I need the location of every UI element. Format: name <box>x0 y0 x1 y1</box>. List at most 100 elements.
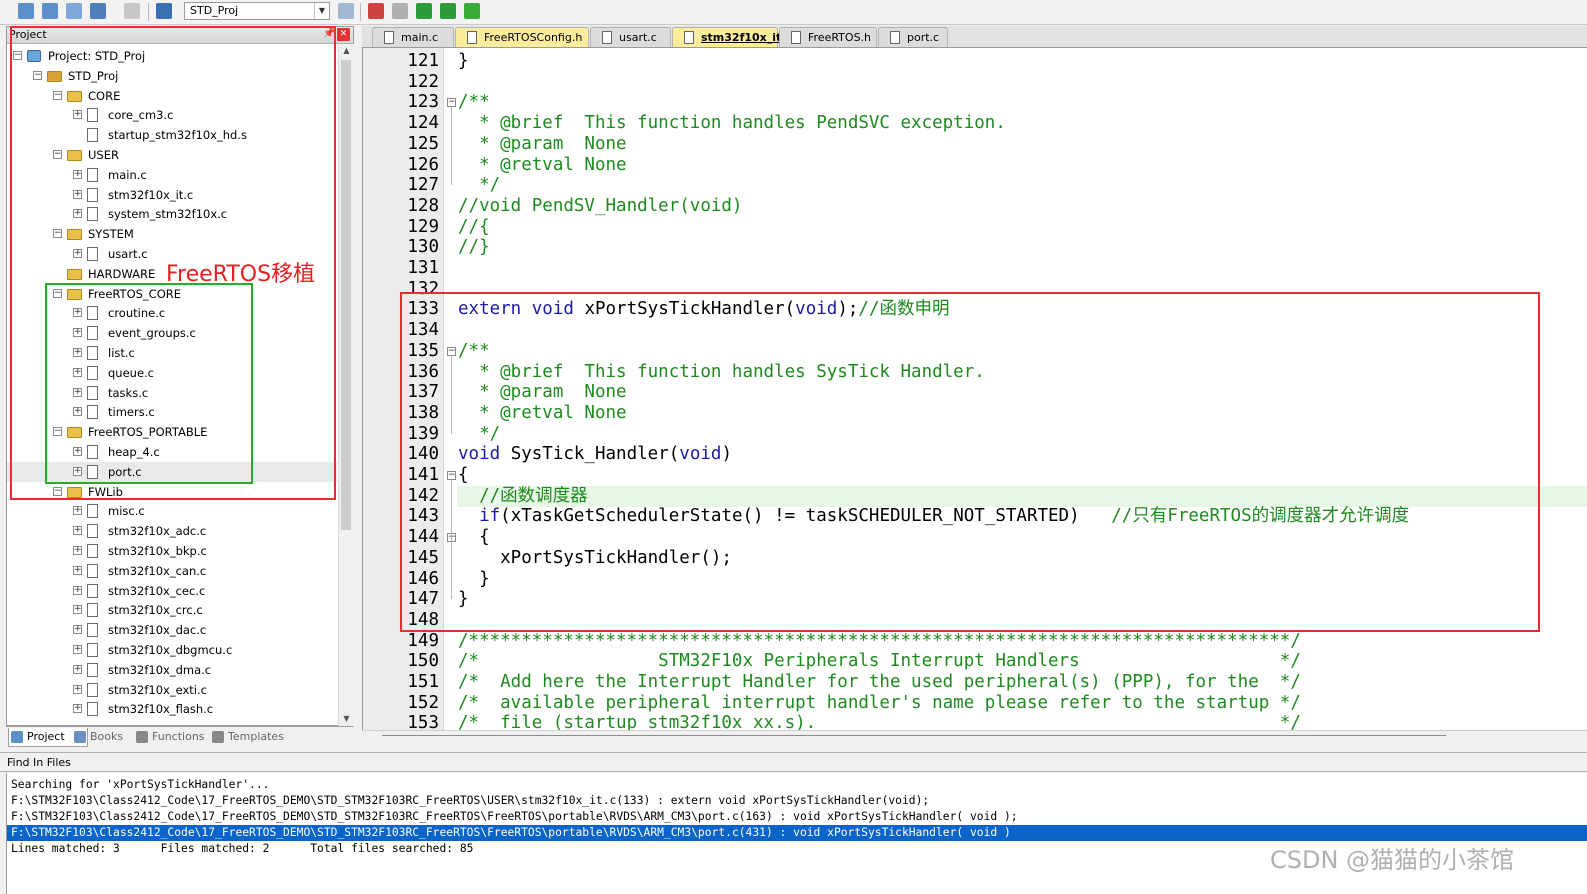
code-line[interactable]: */ <box>458 175 500 196</box>
line-number: 125 <box>407 133 439 154</box>
find-result-line[interactable]: Searching for 'xPortSysTickHandler'... <box>7 777 1587 793</box>
annotation-green-box-freertos <box>45 283 253 484</box>
build-icon[interactable] <box>42 3 58 19</box>
select-packs-icon[interactable] <box>416 3 432 19</box>
code-line[interactable]: /* STM32F10x Peripherals Interrupt Handl… <box>458 651 1301 672</box>
code-line[interactable]: } <box>458 51 469 72</box>
code-text: } <box>458 51 469 71</box>
code-comment: //{ <box>458 216 490 237</box>
expand-icon[interactable]: + <box>73 526 82 536</box>
expand-icon[interactable]: + <box>73 605 82 615</box>
code-line[interactable]: * @param None <box>458 134 627 155</box>
annotation-label: FreeRTOS移植 <box>166 262 316 287</box>
expand-icon[interactable]: + <box>73 664 82 674</box>
tree-item[interactable]: + stm32f10x_exti.c <box>7 680 337 700</box>
pack-installer-icon[interactable] <box>440 3 456 19</box>
expand-icon[interactable]: + <box>73 625 82 635</box>
target-select-value: STD_Proj <box>190 4 239 17</box>
find-result-line[interactable]: F:\STM32F103\Class2412_Code\17_FreeRTOS_… <box>7 793 1587 809</box>
code-line[interactable]: //void PendSV_Handler(void) <box>458 196 742 217</box>
code-line[interactable]: /** <box>458 92 490 113</box>
file-icon <box>87 643 98 657</box>
tree-item-label: stm32f10x_crc.c <box>108 603 203 618</box>
code-comment: * @param None <box>458 133 627 154</box>
close-icon[interactable]: ✕ <box>337 28 350 41</box>
code-comment: /* file (startup_stm32f10x_xx.s). */ <box>458 713 1301 730</box>
editor-tab-main-c[interactable]: main.c <box>372 27 454 47</box>
editor-tab-port-c[interactable]: port.c <box>878 27 948 47</box>
tree-scrollbar[interactable]: ▲ ▼ <box>338 44 354 726</box>
toolbar-separator <box>360 3 361 21</box>
line-number: 121 <box>407 51 439 71</box>
editor-tab-label: usart.c <box>619 31 657 44</box>
target-select[interactable]: STD_Proj ▼ <box>184 2 330 20</box>
batch-build-icon[interactable] <box>90 3 106 19</box>
find-in-files-output[interactable]: Searching for 'xPortSysTickHandler'... F:… <box>6 773 1587 894</box>
file-icon <box>87 544 98 558</box>
tree-item[interactable]: + stm32f10x_dac.c <box>7 620 337 640</box>
tree-item[interactable]: + stm32f10x_flash.c <box>7 699 337 719</box>
panel-tab-templates[interactable]: Templates <box>210 728 308 746</box>
line-number: 153 <box>407 713 439 730</box>
expand-icon[interactable]: + <box>73 506 82 516</box>
tree-item-label: stm32f10x_flash.c <box>108 702 214 717</box>
code-comment: //void PendSV_Handler(void) <box>458 195 743 216</box>
line-number: 127 <box>407 175 439 196</box>
find-result-line[interactable]: F:\STM32F103\Class2412_Code\17_FreeRTOS_… <box>7 809 1587 825</box>
code-line[interactable]: //{ <box>458 217 490 238</box>
expand-icon[interactable]: + <box>73 585 82 595</box>
editor-tab-freertos-h[interactable]: FreeRTOS.h <box>779 27 877 47</box>
editor-scroll-thumb[interactable] <box>382 735 1446 742</box>
project-icon <box>11 731 23 743</box>
panel-tab-label: Templates <box>228 730 284 743</box>
find-result-line[interactable]: F:\STM32F103\Class2412_Code\17_FreeRTOS_… <box>7 825 1587 841</box>
annotation-red-box-code <box>400 292 1540 632</box>
expand-icon[interactable]: + <box>73 546 82 555</box>
scroll-up-icon[interactable]: ▲ <box>339 44 354 58</box>
editor-tab-freertosconfig-h[interactable]: FreeRTOSConfig.h <box>455 27 589 47</box>
file-icon <box>87 702 98 717</box>
code-line[interactable]: /* file (startup_stm32f10x_xx.s). */ <box>458 713 1301 730</box>
editor-tab-label: FreeRTOS.h <box>808 31 872 44</box>
code-comment: */ <box>458 175 501 196</box>
translate-icon[interactable] <box>18 3 34 19</box>
tree-item[interactable]: + stm32f10x_adc.c <box>7 521 337 541</box>
code-line[interactable]: /***************************************… <box>458 631 1301 652</box>
line-number: 151 <box>407 672 439 692</box>
tree-item[interactable]: + stm32f10x_cec.c <box>7 581 337 601</box>
templates-icon <box>212 731 224 743</box>
tree-scroll-thumb[interactable] <box>341 60 351 530</box>
code-line[interactable]: /* available peripheral interrupt handle… <box>458 693 1301 714</box>
download-icon[interactable] <box>156 3 172 19</box>
code-line[interactable]: //} <box>458 237 490 258</box>
editor-horizontal-scrollbar[interactable] <box>362 730 1587 746</box>
code-line[interactable]: /* Add here the Interrupt Handler for th… <box>458 672 1301 693</box>
run-time-environment-icon[interactable] <box>464 3 480 19</box>
tree-item[interactable]: + stm32f10x_dma.c <box>7 660 337 680</box>
scroll-down-icon[interactable]: ▼ <box>339 712 354 726</box>
manage-components-icon[interactable] <box>368 3 384 19</box>
file-extensions-icon[interactable] <box>392 3 408 19</box>
editor-tab-usart-c[interactable]: usart.c <box>590 27 671 47</box>
expand-icon[interactable]: + <box>73 684 82 694</box>
expand-icon[interactable]: + <box>73 565 82 575</box>
code-line[interactable]: * @brief This function handles PendSVC e… <box>458 113 1006 134</box>
tree-item[interactable]: + stm32f10x_can.c <box>7 561 337 581</box>
chevron-down-icon[interactable]: ▼ <box>314 3 329 19</box>
fold-collapse-icon[interactable]: − <box>447 98 456 108</box>
expand-icon[interactable]: + <box>73 645 82 654</box>
expand-icon[interactable]: + <box>73 704 82 714</box>
tree-item[interactable]: + stm32f10x_crc.c <box>7 600 337 620</box>
file-icon <box>87 563 98 578</box>
stop-build-icon[interactable] <box>124 3 140 19</box>
tree-item[interactable]: + misc.c <box>7 501 337 521</box>
tree-item-label: stm32f10x_exti.c <box>108 682 207 697</box>
tree-item-label: stm32f10x_dbgmcu.c <box>108 643 233 657</box>
line-number: 124 <box>407 113 439 134</box>
tree-item[interactable]: + stm32f10x_dbgmcu.c <box>7 640 337 660</box>
code-line[interactable]: * @retval None <box>458 155 627 176</box>
rebuild-icon[interactable] <box>66 3 82 19</box>
editor-tab-stm32f10x_it-c[interactable]: stm32f10x_it.c <box>672 27 792 47</box>
tree-item[interactable]: + stm32f10x_bkp.c <box>7 541 337 561</box>
target-options-icon[interactable] <box>338 3 354 19</box>
